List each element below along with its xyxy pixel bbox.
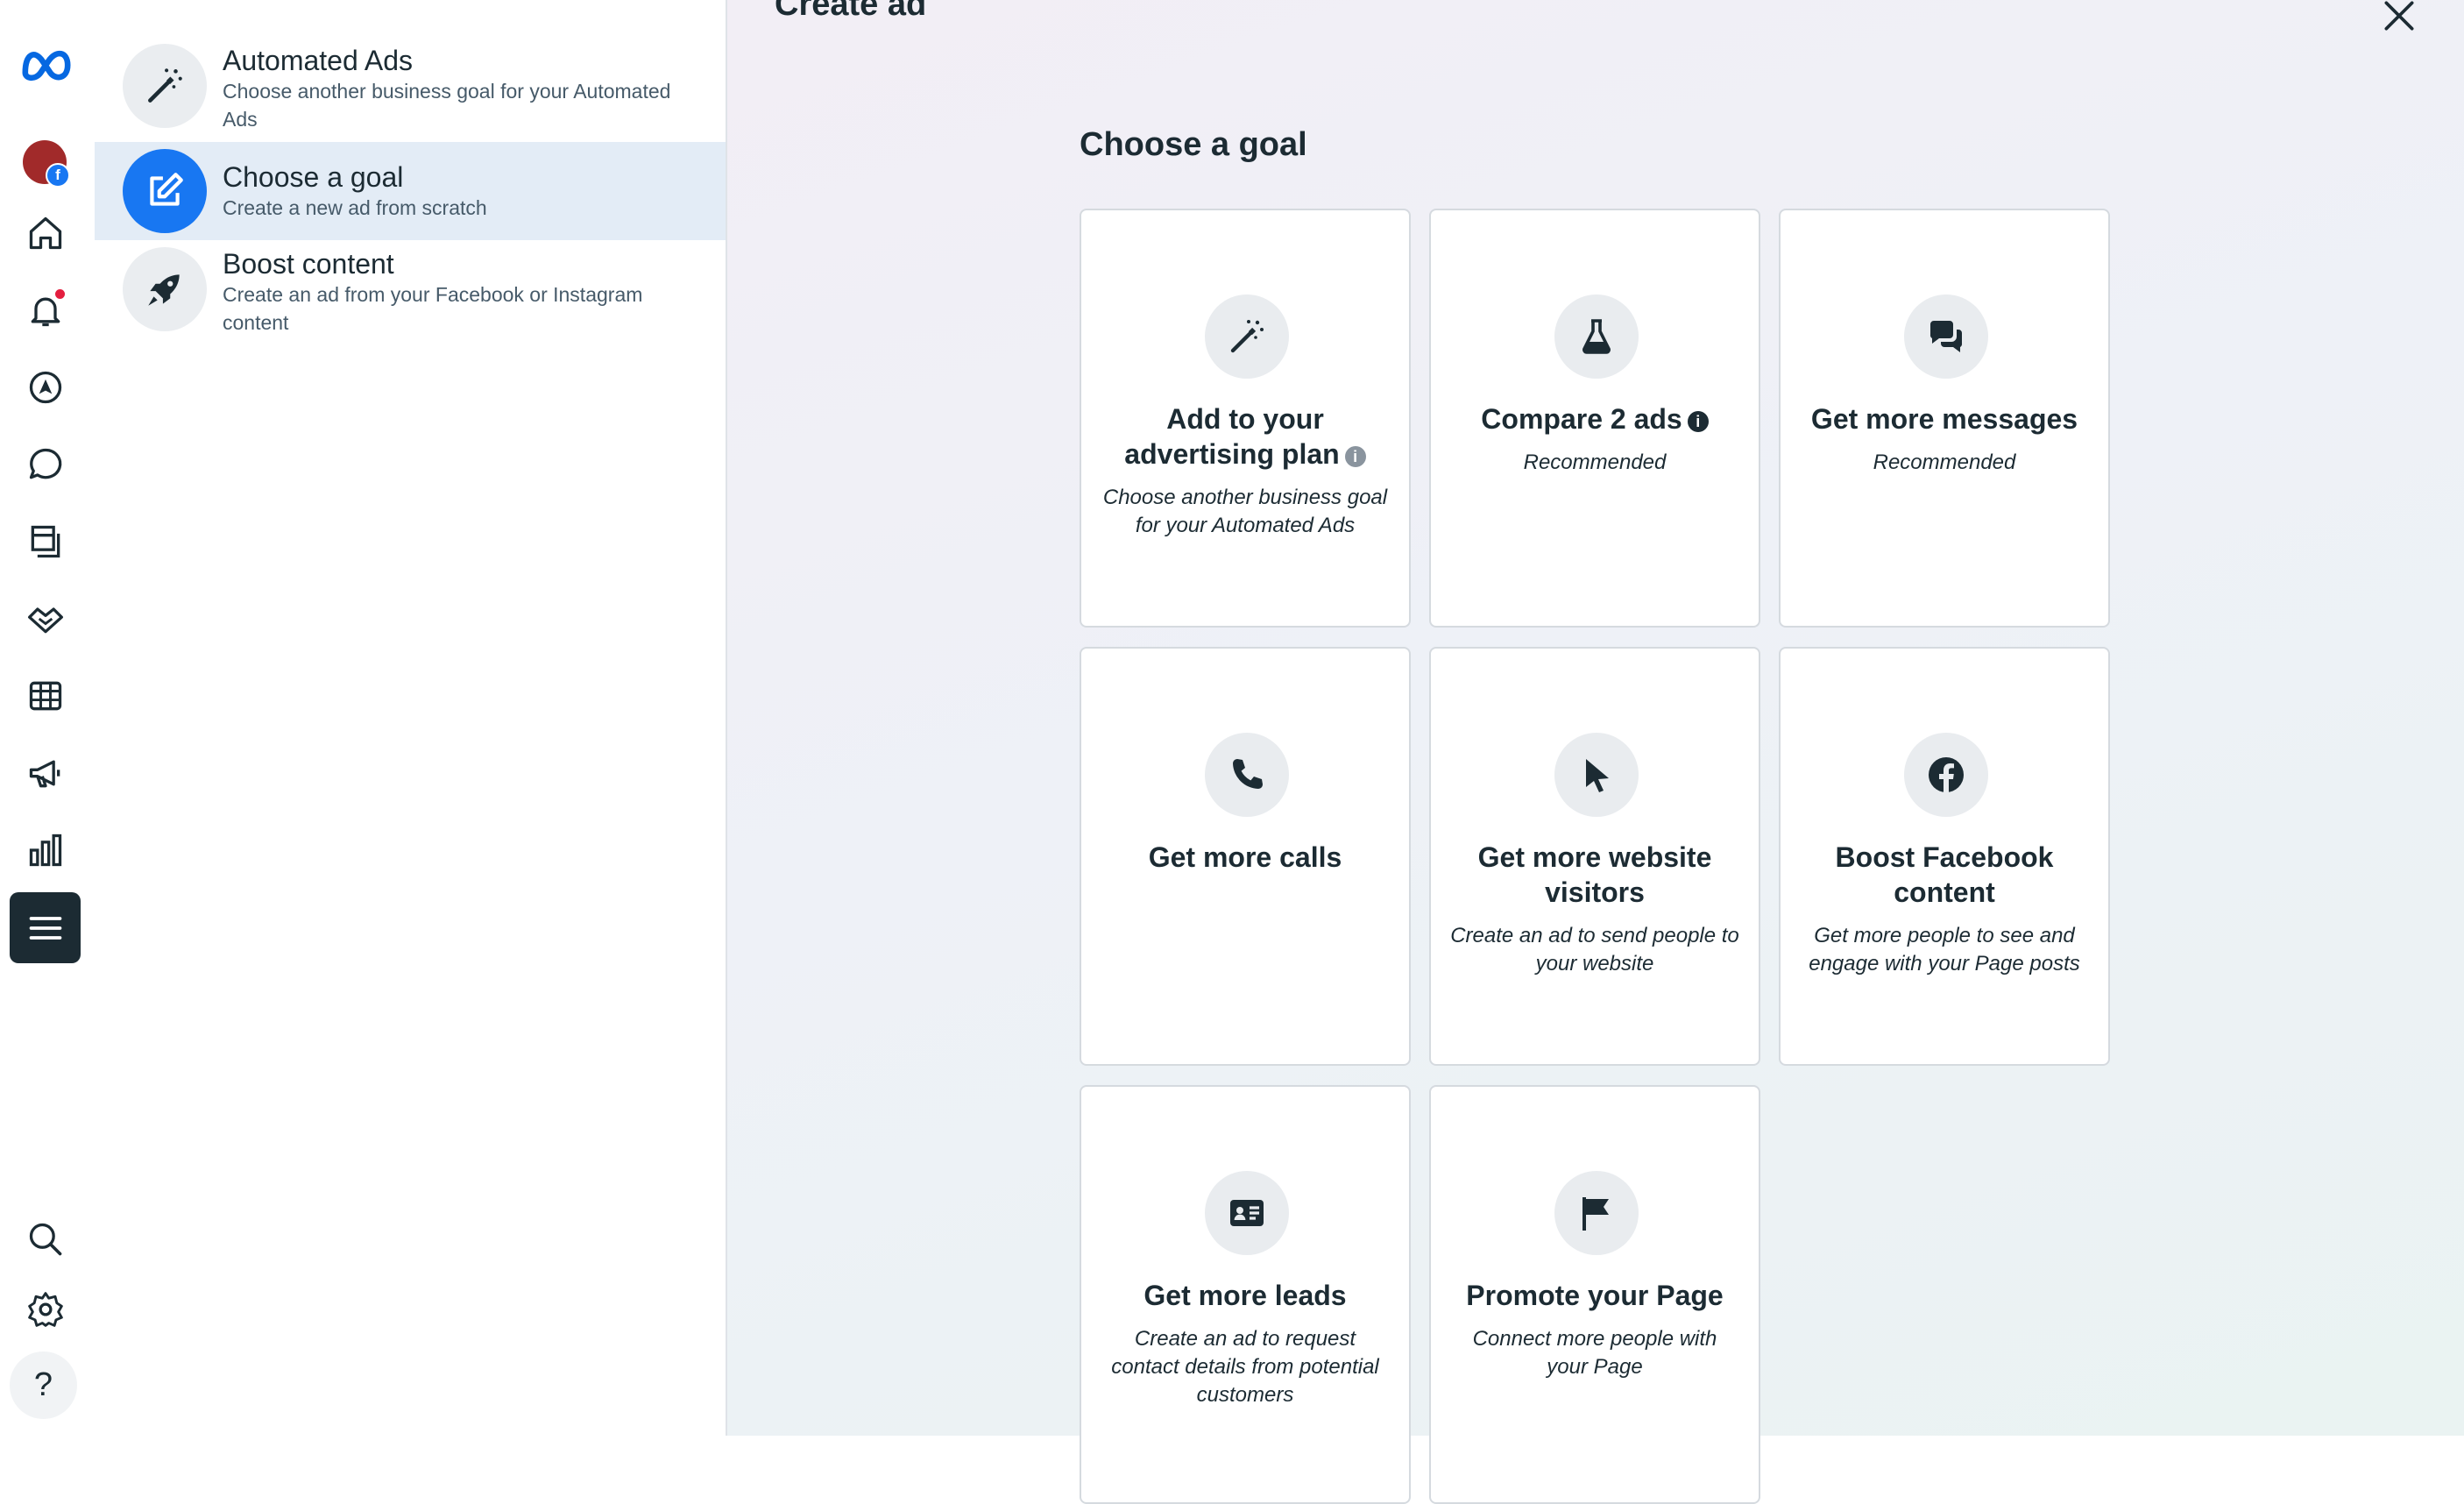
messages-icon[interactable]: [21, 440, 70, 489]
main-content: Create ad Choose a goal Add to your adve…: [727, 0, 2464, 1504]
help-icon: ?: [33, 1366, 53, 1403]
card-subtitle: Choose another business goal for your Au…: [1102, 486, 1388, 537]
card-title: Get more calls: [1148, 841, 1342, 873]
flag-icon: [1554, 1171, 1639, 1255]
card-title-text: Add to your advertising plan: [1124, 403, 1340, 470]
magic-wand-icon: [1205, 294, 1289, 379]
search-icon[interactable]: [21, 1215, 70, 1264]
create-ad-side-panel: Automated Ads Choose another business go…: [95, 0, 727, 1436]
card-subtitle: Create an ad to request contact details …: [1111, 1327, 1379, 1407]
ads-manager-icon[interactable]: [21, 363, 70, 412]
side-item-subtitle: Create a new ad from scratch: [223, 196, 487, 219]
partnerships-icon[interactable]: [21, 594, 70, 643]
flask-icon: [1554, 294, 1639, 379]
card-subtitle: Recommended: [1523, 450, 1667, 474]
insights-icon[interactable]: [21, 826, 70, 875]
card-title: Add to your advertising plan i: [1099, 401, 1391, 472]
menu-icon: [29, 916, 61, 940]
rocket-icon: [123, 247, 207, 331]
card-subtitle: Get more people to see and engage with y…: [1809, 924, 2080, 975]
edit-icon: [123, 149, 207, 233]
card-subtitle: Create an ad to send people to your webs…: [1450, 924, 1739, 975]
settings-icon[interactable]: [21, 1285, 70, 1334]
side-item-subtitle: Create an ad from your Facebook or Insta…: [223, 283, 643, 334]
goal-card-promote-page[interactable]: Promote your Page Connect more people wi…: [1429, 1085, 1760, 1504]
notification-dot: [55, 289, 65, 299]
side-item-title: Choose a goal: [223, 161, 404, 193]
close-button[interactable]: [2375, 0, 2424, 40]
card-title-text: Compare 2 ads: [1481, 403, 1682, 435]
navigation-rail: f ?: [0, 0, 95, 1436]
side-item-title: Boost content: [223, 248, 394, 280]
home-icon[interactable]: [21, 209, 70, 258]
side-item-title: Automated Ads: [223, 45, 414, 76]
pages-icon[interactable]: [21, 517, 70, 566]
close-icon: [2384, 1, 2414, 31]
facebook-badge-icon: f: [46, 163, 70, 188]
goal-card-get-messages[interactable]: Get more messages Recommended: [1779, 209, 2110, 628]
notifications-icon[interactable]: [21, 286, 70, 335]
goal-card-get-calls[interactable]: Get more calls: [1080, 647, 1411, 1066]
card-title: Promote your Page: [1466, 1280, 1724, 1311]
table-icon[interactable]: [21, 671, 70, 720]
card-subtitle: Connect more people with your Page: [1472, 1327, 1717, 1379]
menu-button[interactable]: [10, 892, 81, 963]
goal-card-get-leads[interactable]: Get more leads Create an ad to request c…: [1080, 1085, 1411, 1504]
facebook-icon: [1904, 733, 1988, 817]
page-title: Create ad: [775, 0, 927, 23]
meta-logo-icon[interactable]: [16, 39, 77, 88]
help-button[interactable]: ?: [10, 1351, 77, 1419]
side-item-choose-a-goal[interactable]: Choose a goal Create a new ad from scrat…: [95, 142, 726, 240]
side-item-automated-ads[interactable]: Automated Ads Choose another business go…: [95, 44, 726, 133]
card-title: Get more leads: [1143, 1280, 1347, 1311]
info-icon[interactable]: i: [1687, 410, 1709, 432]
contact-card-icon: [1205, 1171, 1289, 1255]
magic-wand-icon: [123, 44, 207, 128]
phone-icon: [1205, 733, 1289, 817]
goal-card-compare-ads[interactable]: Compare 2 ads i Recommended: [1429, 209, 1760, 628]
card-title: Get more messages: [1810, 403, 2078, 435]
goal-card-website-visitors[interactable]: Get more website visitors Create an ad t…: [1429, 647, 1760, 1066]
chat-bubbles-icon: [1904, 294, 1988, 379]
goal-card-advertising-plan[interactable]: Add to your advertising plan i Choose ano…: [1080, 209, 1411, 628]
account-avatar[interactable]: f: [23, 140, 70, 188]
goal-card-boost-facebook[interactable]: Boost Facebook content Get more people t…: [1779, 647, 2110, 1066]
card-subtitle: Recommended: [1873, 450, 2016, 474]
section-title: Choose a goal: [1080, 126, 1307, 163]
card-title: Compare 2 ads i: [1448, 401, 1741, 436]
side-item-subtitle: Choose another business goal for your Au…: [223, 80, 671, 131]
side-item-boost-content[interactable]: Boost content Create an ad from your Fac…: [95, 247, 726, 337]
campaigns-icon[interactable]: [21, 748, 70, 798]
card-title: Boost Facebook content: [1835, 841, 2054, 908]
info-icon[interactable]: i: [1344, 445, 1366, 467]
card-title: Get more website visitors: [1477, 841, 1712, 908]
cursor-icon: [1554, 733, 1639, 817]
